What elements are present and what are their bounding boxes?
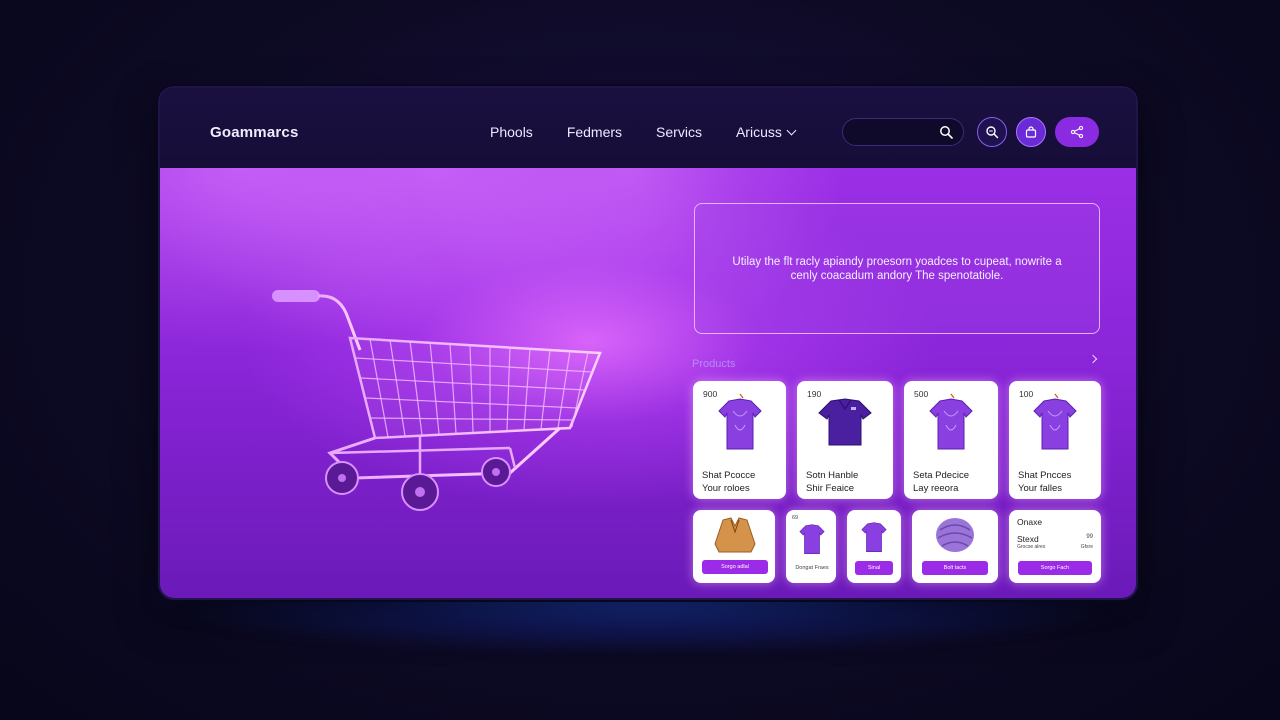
product-name: Shat Pcocce <box>702 470 756 481</box>
search-icon[interactable] <box>939 125 953 139</box>
nav-link-aricuss[interactable]: Aricuss <box>735 124 797 140</box>
nav-link-fedmers[interactable]: Fedmers <box>567 124 622 140</box>
share-icon <box>1070 125 1084 139</box>
share-button[interactable] <box>1055 117 1099 147</box>
product-subtitle: Lay reeora <box>913 483 959 494</box>
site-logo[interactable]: Goammarcs <box>210 124 299 141</box>
products-title: Products <box>692 358 736 370</box>
vest-icon <box>714 517 756 553</box>
chevron-down-icon <box>786 125 797 135</box>
shirt-icon <box>718 393 762 450</box>
product-card[interactable]: Sorgo adlal <box>693 510 775 583</box>
product-card[interactable]: 100 Shat Pncces Your falles <box>1009 381 1101 499</box>
add-to-cart-button[interactable]: Sorgo adlal <box>702 560 768 574</box>
shirt-icon <box>861 522 887 552</box>
shopping-bag-icon <box>1025 126 1037 138</box>
main-nav: Phools Fedmers Servics Aricuss <box>490 124 797 140</box>
product-card[interactable]: 190 Sotn Hanble Shir Feaice <box>797 381 893 499</box>
polo-shirt-icon <box>818 398 872 446</box>
product-card[interactable]: 900 Shat Pcocce Your roloes <box>693 381 786 499</box>
product-caption: Dongat Fraes <box>795 565 829 571</box>
nav-link-servics[interactable]: Servics <box>656 124 702 140</box>
promo-banner: Utilay the flt racly apiandy proesorn yo… <box>694 203 1100 334</box>
add-to-cart-button[interactable]: Sinal <box>855 561 893 575</box>
shirt-icon <box>799 524 825 554</box>
product-meta-right: Gfsre <box>1080 544 1093 550</box>
nav-link-aricuss-label: Aricuss <box>735 124 782 140</box>
add-to-cart-button[interactable]: Sorgo Fach <box>1018 561 1092 575</box>
product-meta-left: Grocse alres <box>1017 544 1046 550</box>
scarf-icon <box>936 518 974 552</box>
product-subtitle: Shir Feaice <box>806 483 855 494</box>
zoom-icon <box>986 126 999 139</box>
promo-text: Utilay the flt racly apiandy proesorn yo… <box>732 255 1062 282</box>
shopping-cart-icon <box>272 290 602 511</box>
product-subtitle: Your roloes <box>702 483 750 494</box>
hero-section: Utilay the flt racly apiandy proesorn yo… <box>160 168 1136 598</box>
zoom-button[interactable] <box>977 117 1007 147</box>
product-card[interactable]: Onaxe Stexd 99 Grocse alres Gfsre Sorgo … <box>1009 510 1101 583</box>
bag-button[interactable] <box>1016 117 1046 147</box>
product-card[interactable]: Bolt tacts <box>912 510 998 583</box>
shirt-icon <box>1033 393 1077 450</box>
product-name: Seta Pdecice <box>913 470 969 481</box>
product-value: 99 <box>1086 534 1093 540</box>
product-card[interactable]: 500 Seta Pdecice Lay reeora <box>904 381 998 499</box>
product-title: Onaxe <box>1017 517 1043 527</box>
products-header: Products <box>692 354 1100 370</box>
search-input[interactable] <box>843 119 933 145</box>
top-navbar: Goammarcs Phools Fedmers Servics Aricuss <box>160 88 1136 168</box>
browser-screen: Goammarcs Phools Fedmers Servics Aricuss <box>158 86 1138 600</box>
product-price: 500 <box>914 389 929 399</box>
product-price: 900 <box>703 389 718 399</box>
product-card[interactable]: 69 Dongat Fraes <box>786 510 836 583</box>
product-name: Shat Pncces <box>1018 470 1072 481</box>
search-box <box>842 118 964 146</box>
product-subtitle: Stexd <box>1017 534 1039 544</box>
product-name: Sotn Hanble <box>806 470 859 481</box>
product-subtitle: Your falles <box>1018 483 1063 494</box>
product-card[interactable]: Sinal <box>847 510 901 583</box>
shirt-icon <box>929 393 973 450</box>
chevron-right-icon[interactable] <box>1088 354 1098 364</box>
nav-link-phools[interactable]: Phools <box>490 124 533 140</box>
add-to-cart-button[interactable]: Bolt tacts <box>922 561 988 575</box>
